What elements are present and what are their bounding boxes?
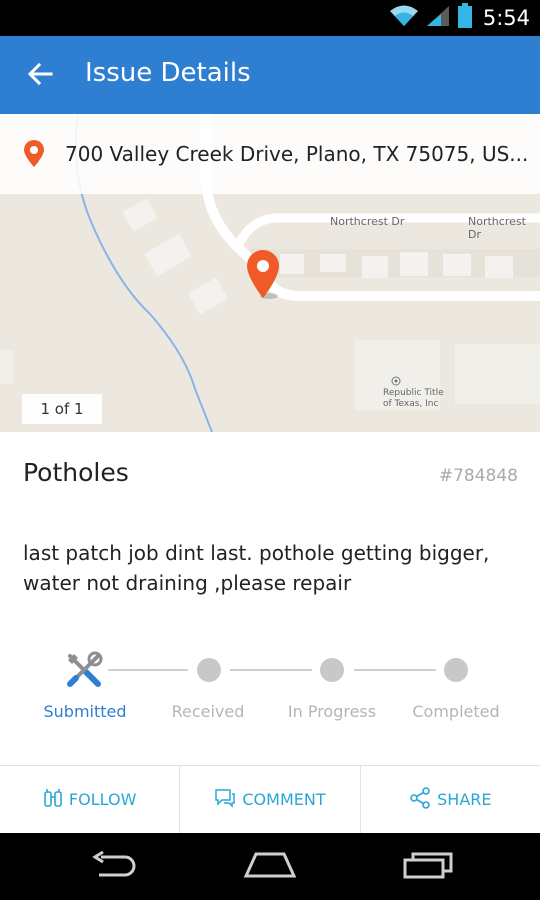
status-tracker: Submitted Received In Progress Completed — [0, 648, 540, 728]
wifi-icon — [389, 4, 419, 32]
system-nav-bar — [0, 833, 540, 900]
step-label-in-progress: In Progress — [287, 702, 377, 721]
street-label: Northcrest Dr — [330, 215, 405, 228]
page-title: Issue Details — [85, 58, 251, 88]
comment-icon — [214, 788, 236, 812]
share-label: SHARE — [437, 790, 492, 809]
step-dot-in-progress — [320, 658, 344, 682]
share-button[interactable]: SHARE — [359, 766, 540, 833]
back-button[interactable] — [20, 56, 60, 96]
signal-icon — [425, 4, 451, 32]
step-dot-received — [197, 658, 221, 682]
address-bar: 700 Valley Creek Drive, Plano, TX 75075,… — [0, 114, 540, 194]
battery-icon — [457, 3, 473, 33]
nav-recents-button[interactable] — [398, 851, 458, 883]
wrench-screwdriver-icon — [64, 650, 104, 694]
step-dot-completed — [444, 658, 468, 682]
image-counter: 1 of 1 — [22, 394, 102, 424]
comment-label: COMMENT — [242, 790, 326, 809]
arrow-left-icon — [27, 62, 53, 90]
comment-button[interactable]: COMMENT — [179, 766, 359, 833]
nav-home-button[interactable] — [240, 851, 300, 883]
issue-title: Potholes — [23, 458, 129, 487]
app-bar: Issue Details — [0, 36, 540, 114]
binoculars-icon — [43, 788, 63, 812]
issue-id: #784848 — [438, 466, 518, 486]
nav-back-icon — [89, 850, 139, 883]
home-icon — [242, 850, 298, 884]
step-connector — [108, 669, 188, 671]
address-text: 700 Valley Creek Drive, Plano, TX 75075,… — [65, 142, 529, 166]
poi-label-line: Republic Title — [383, 388, 444, 398]
poi-label: Republic Title of Texas, Inc — [383, 388, 444, 410]
location-pin-icon — [22, 140, 46, 172]
follow-label: FOLLOW — [68, 790, 137, 809]
step-label-completed: Completed — [412, 702, 500, 721]
action-bar: FOLLOW COMMENT SHARE — [0, 765, 540, 833]
clock: 5:54 — [482, 6, 530, 30]
step-label-received: Received — [171, 702, 245, 721]
step-label-submitted: Submitted — [43, 702, 127, 721]
step-connector — [354, 669, 436, 671]
status-bar: 5:54 — [0, 0, 540, 36]
nav-back-button[interactable] — [84, 850, 144, 883]
status-icons: 5:54 — [389, 3, 530, 33]
follow-button[interactable]: FOLLOW — [0, 766, 179, 833]
recent-apps-icon — [401, 850, 455, 884]
street-label: Northcrest Dr — [468, 215, 526, 241]
map-view[interactable]: Northcrest Dr Northcrest Dr Republic Tit… — [0, 114, 540, 432]
issue-description: last patch job dint last. pothole gettin… — [23, 541, 490, 595]
share-icon — [409, 786, 431, 813]
step-connector — [230, 669, 312, 671]
map-marker-icon[interactable] — [245, 248, 285, 304]
poi-label-line: of Texas, Inc — [383, 399, 439, 409]
